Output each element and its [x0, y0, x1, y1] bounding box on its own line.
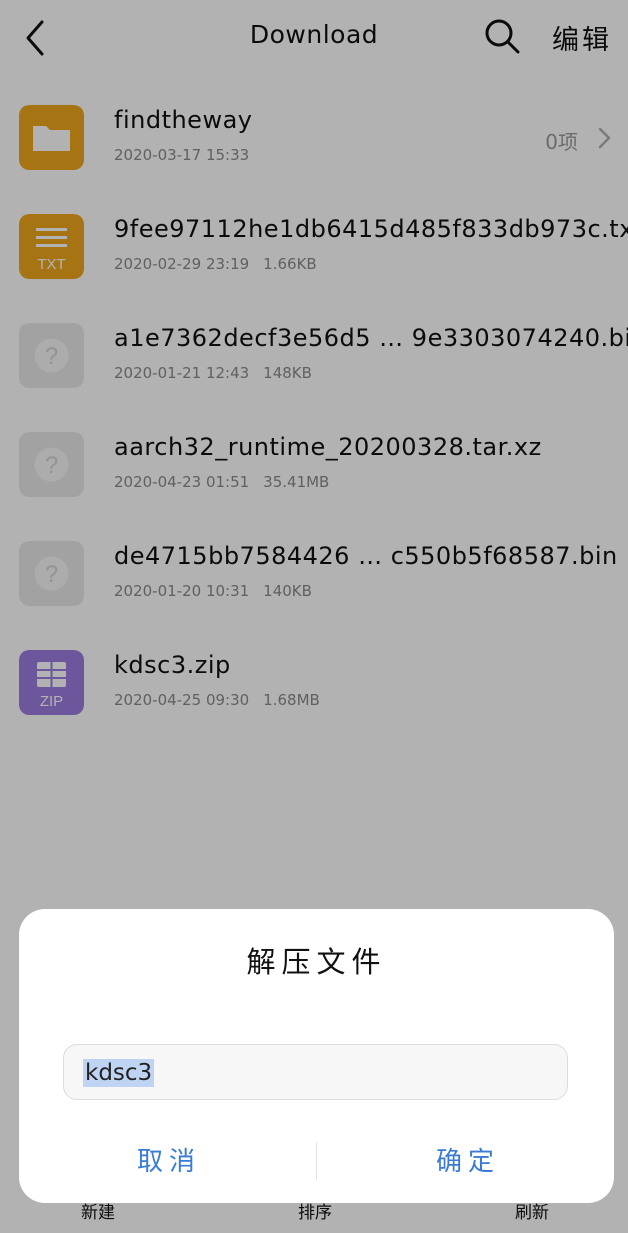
extract-dialog: 解压文件 kdsc3 取消 确定 — [19, 909, 614, 1203]
confirm-button[interactable]: 确定 — [436, 1141, 500, 1178]
input-selected-text: kdsc3 — [83, 1059, 155, 1087]
dialog-title: 解压文件 — [246, 945, 387, 979]
button-divider — [316, 1142, 317, 1180]
folder-name-input[interactable]: kdsc3 — [63, 1044, 568, 1100]
cancel-button[interactable]: 取消 — [137, 1141, 201, 1178]
